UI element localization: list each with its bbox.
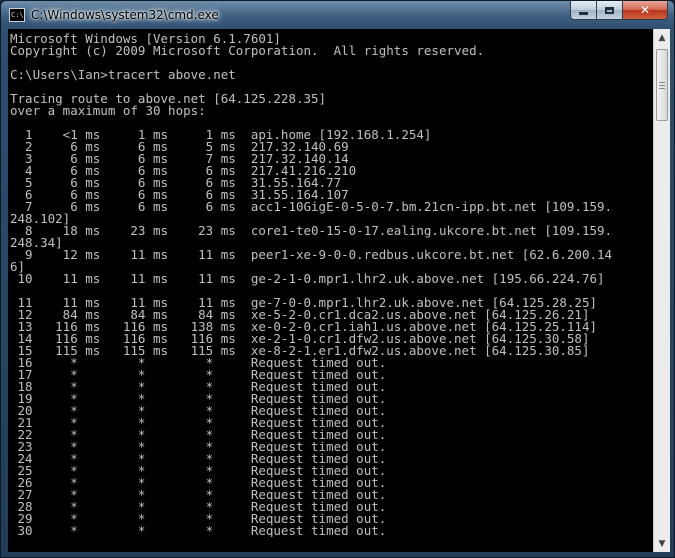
vertical-scrollbar[interactable]: ▲ ▼	[653, 29, 670, 552]
console-text: Microsoft Windows [Version 6.1.7601] Cop…	[8, 29, 653, 537]
thumb-grip	[659, 85, 665, 86]
maximize-icon	[605, 6, 614, 14]
scroll-up-button[interactable]: ▲	[654, 29, 670, 46]
title-bar[interactable]: C:\ C:\Windows\system32\cmd.exe ✕	[1, 1, 674, 29]
chevron-up-icon: ▲	[658, 32, 666, 43]
console-line: 9 12 ms 11 ms 11 ms peer1-xe-9-0-0.redbu…	[10, 247, 613, 262]
caption-buttons: ✕	[570, 1, 668, 21]
console-line: C:\Users\Ian>tracert above.net	[10, 67, 236, 82]
console-line: 30 * * * Request timed out.	[10, 523, 387, 537]
console-line: over a maximum of 30 hops:	[10, 103, 206, 118]
window-title: C:\Windows\system32\cmd.exe	[31, 8, 219, 22]
console-output[interactable]: Microsoft Windows [Version 6.1.7601] Cop…	[8, 29, 653, 552]
thumb-grip	[659, 82, 665, 83]
cmd-icon[interactable]: C:\	[9, 8, 25, 22]
console-line: 8 18 ms 23 ms 23 ms core1-te0-15-0-17.ea…	[10, 223, 613, 238]
scrollbar-thumb[interactable]	[656, 49, 668, 121]
minimize-icon	[579, 11, 588, 15]
console-line: 7 6 ms 6 ms 6 ms acc1-10GigE-0-5-0-7.bm.…	[10, 199, 613, 214]
scroll-down-button[interactable]: ▼	[654, 535, 670, 552]
minimize-button[interactable]	[570, 1, 597, 20]
console-line: Copyright (c) 2009 Microsoft Corporation…	[10, 43, 485, 58]
close-icon: ✕	[639, 3, 651, 17]
thumb-grip	[659, 88, 665, 89]
close-button[interactable]: ✕	[623, 1, 668, 20]
cmd-window: C:\ C:\Windows\system32\cmd.exe ✕ Micros…	[0, 0, 675, 558]
chevron-down-icon: ▼	[658, 538, 666, 549]
console-line: 10 11 ms 11 ms 11 ms ge-2-1-0.mpr1.lhr2.…	[10, 271, 605, 286]
maximize-button[interactable]	[597, 1, 623, 20]
